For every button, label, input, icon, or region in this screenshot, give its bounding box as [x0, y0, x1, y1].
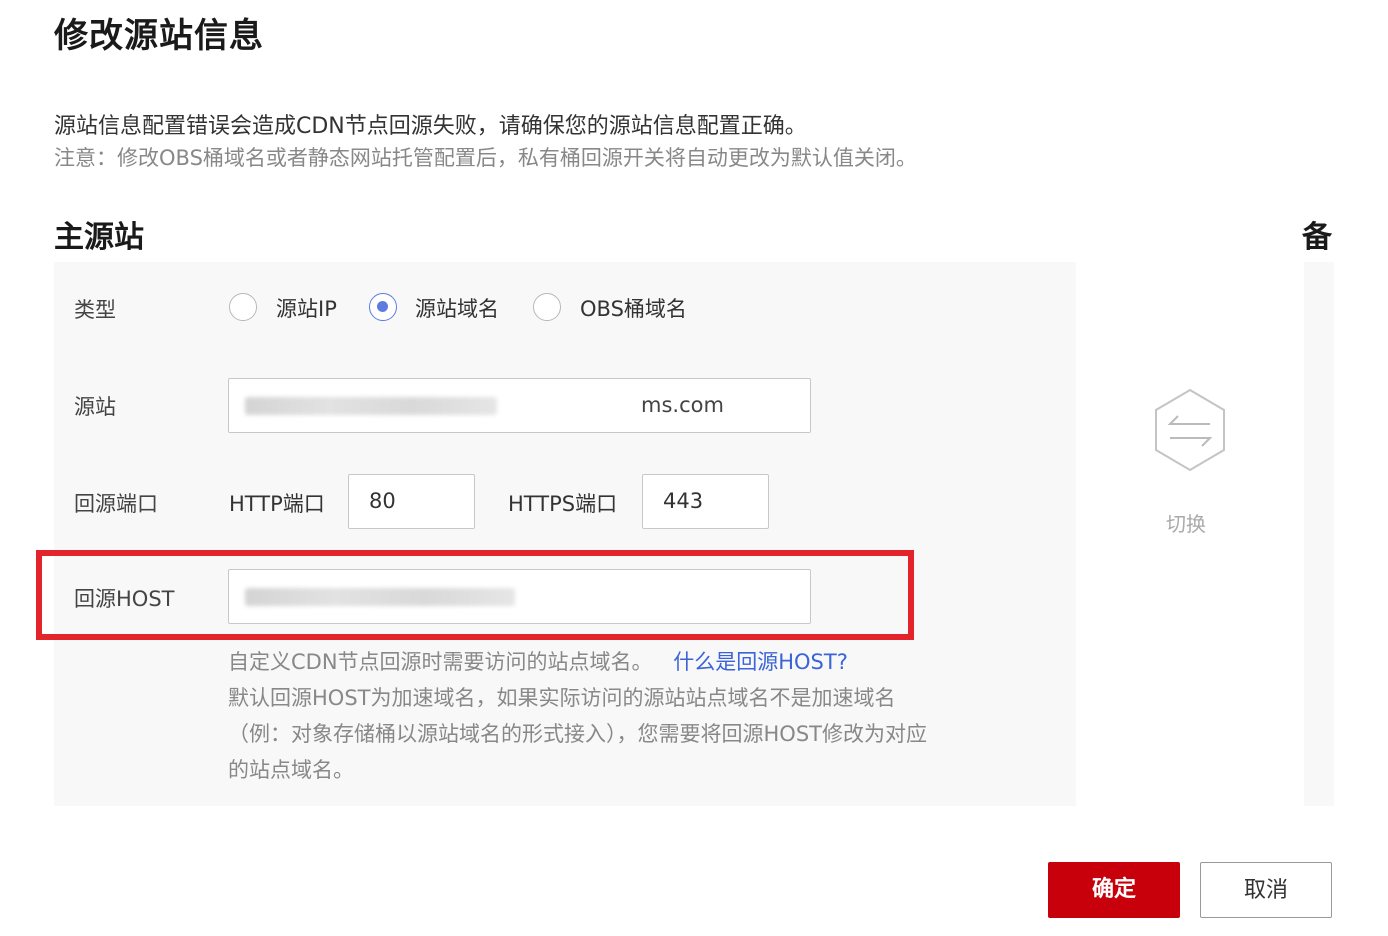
- type-label: 类型: [74, 298, 116, 322]
- host-help-line1: 自定义CDN节点回源时需要访问的站点域名。 什么是回源HOST?: [228, 646, 848, 676]
- confirm-button[interactable]: 确定: [1048, 862, 1180, 918]
- http-port-value: 80: [369, 489, 396, 513]
- dialog-title: 修改源站信息: [54, 16, 264, 56]
- host-help-line2: 默认回源HOST为加速域名，如果实际访问的源站站点域名不是加速域名: [228, 686, 896, 710]
- backup-origin-panel: [1304, 262, 1334, 806]
- radio-obs-domain[interactable]: [533, 293, 561, 321]
- port-label: 回源端口: [74, 492, 158, 516]
- radio-origin-ip-label[interactable]: 源站IP: [276, 293, 337, 323]
- notice-note: 注意：修改OBS桶域名或者静态网站托管配置后，私有桶回源开关将自动更改为默认值关…: [54, 146, 917, 170]
- https-port-value: 443: [663, 489, 704, 513]
- swap-arrows-icon[interactable]: [1150, 386, 1230, 474]
- primary-origin-title: 主源站: [54, 220, 144, 255]
- host-highlight-box: [36, 550, 914, 640]
- host-help-text: 自定义CDN节点回源时需要访问的站点域名。: [228, 650, 653, 674]
- radio-origin-domain[interactable]: [369, 293, 397, 321]
- radio-origin-domain-label[interactable]: 源站域名: [415, 293, 499, 323]
- http-port-label: HTTP端口: [229, 492, 325, 516]
- https-port-input[interactable]: 443: [642, 474, 769, 529]
- host-help-line4: 的站点域名。: [228, 758, 354, 782]
- what-is-host-link[interactable]: 什么是回源HOST?: [673, 650, 848, 674]
- cancel-button[interactable]: 取消: [1200, 862, 1332, 918]
- origin-value: ms.com: [641, 393, 724, 417]
- host-help-line3: （例：对象存储桶以源站域名的形式接入），您需要将回源HOST修改为对应: [228, 722, 927, 746]
- radio-obs-domain-label[interactable]: OBS桶域名: [580, 293, 687, 323]
- notice-text: 源站信息配置错误会造成CDN节点回源失败，请确保您的源站信息配置正确。: [54, 114, 807, 139]
- switch-label[interactable]: 切换: [1166, 508, 1206, 537]
- backup-origin-title: 备: [1302, 220, 1332, 255]
- https-port-label: HTTPS端口: [508, 492, 618, 516]
- http-port-input[interactable]: 80: [348, 474, 475, 529]
- origin-label: 源站: [74, 395, 116, 419]
- radio-origin-ip[interactable]: [229, 293, 257, 321]
- origin-input[interactable]: ms.com: [228, 378, 811, 433]
- redacted-value: [245, 397, 497, 415]
